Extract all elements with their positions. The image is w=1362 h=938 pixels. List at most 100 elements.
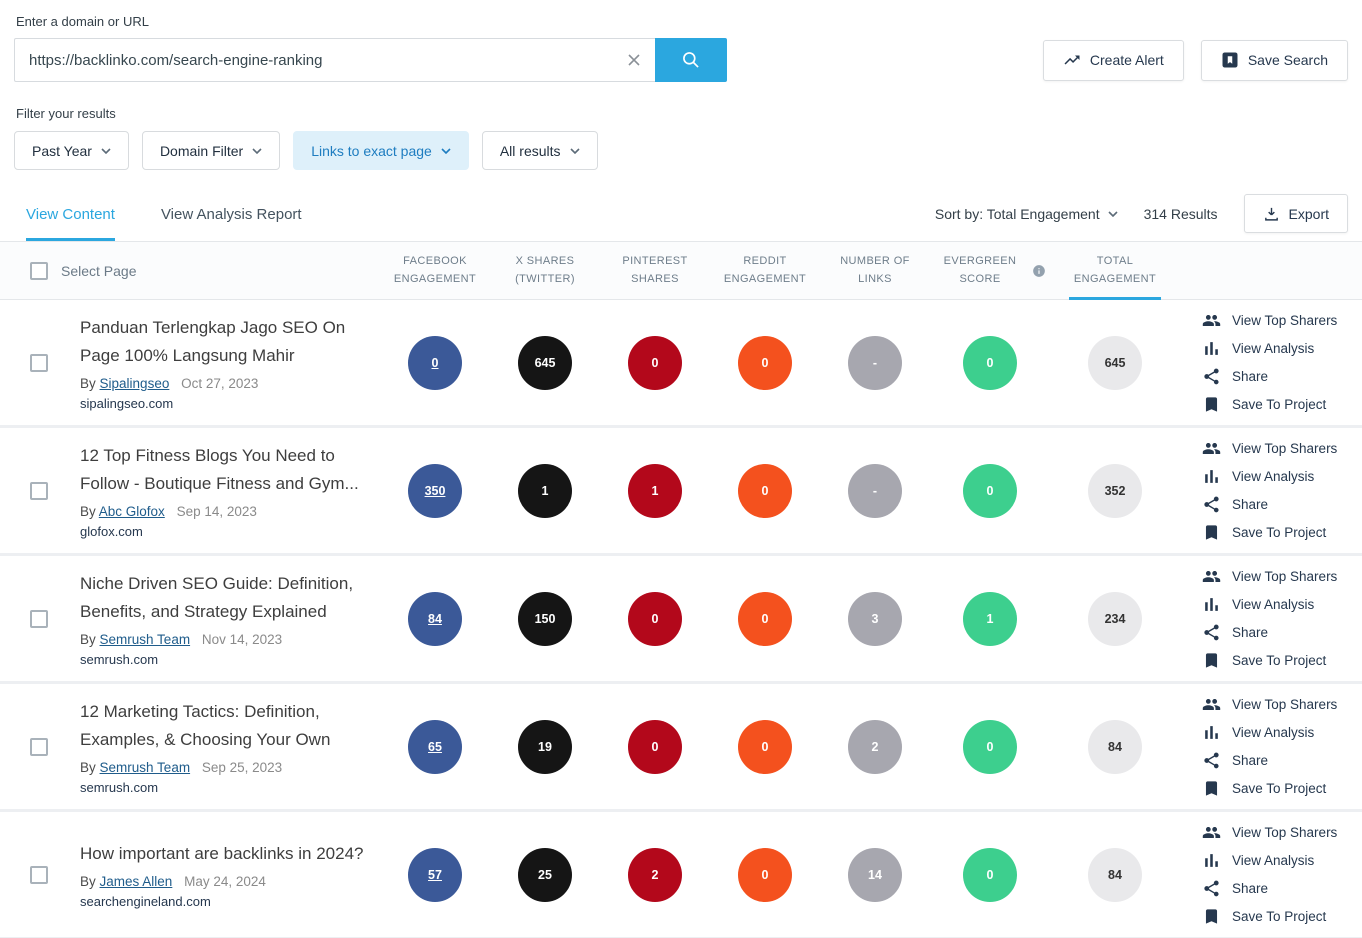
tab-view-content[interactable]: View Content: [26, 196, 115, 241]
view-analysis-button[interactable]: View Analysis: [1202, 467, 1362, 486]
create-alert-button[interactable]: Create Alert: [1043, 40, 1184, 81]
people-icon: [1202, 695, 1221, 714]
row-checkbox[interactable]: [30, 738, 48, 756]
filter-label: Domain Filter: [160, 143, 243, 159]
article-title[interactable]: 12 Top Fitness Blogs You Need to Follow …: [80, 442, 368, 497]
article-domain: searchengineland.com: [80, 894, 368, 909]
column-x-shares[interactable]: X SHARES (TWITTER): [490, 242, 600, 299]
facebook-engagement-badge[interactable]: 65: [408, 720, 462, 774]
pinterest-shares-badge: 0: [628, 720, 682, 774]
view-top-sharers-button[interactable]: View Top Sharers: [1202, 695, 1362, 714]
share-button[interactable]: Share: [1202, 623, 1362, 642]
row-checkbox[interactable]: [30, 866, 48, 884]
clear-search-icon[interactable]: [623, 49, 645, 71]
row-actions: View Top Sharers View Analysis Share: [1180, 567, 1362, 670]
article-domain: glofox.com: [80, 524, 368, 539]
sort-by-label: Sort by: Total Engagement: [935, 206, 1100, 222]
facebook-engagement-badge[interactable]: 84: [408, 592, 462, 646]
row-actions: View Top Sharers View Analysis Share: [1180, 695, 1362, 798]
view-top-sharers-button[interactable]: View Top Sharers: [1202, 311, 1362, 330]
filter-label: Past Year: [32, 143, 92, 159]
publish-date: Sep 25, 2023: [202, 760, 282, 775]
filter-domain[interactable]: Domain Filter: [142, 131, 280, 170]
search-button[interactable]: [655, 38, 727, 82]
share-icon: [1202, 879, 1221, 898]
row-actions: View Top Sharers View Analysis Share: [1180, 439, 1362, 542]
x-shares-badge: 645: [518, 336, 572, 390]
x-shares-badge: 150: [518, 592, 572, 646]
view-analysis-button[interactable]: View Analysis: [1202, 595, 1362, 614]
top-buttons: Create Alert Save Search: [1043, 40, 1348, 81]
by-label: By: [80, 504, 96, 519]
filter-past-year[interactable]: Past Year: [14, 131, 129, 170]
author-link[interactable]: Semrush Team: [100, 632, 191, 647]
total-engagement-badge: 84: [1088, 720, 1142, 774]
create-alert-label: Create Alert: [1090, 52, 1164, 68]
save-search-button[interactable]: Save Search: [1201, 40, 1348, 81]
reddit-engagement-badge: 0: [738, 720, 792, 774]
column-number-of-links[interactable]: NUMBER OF LINKS: [820, 242, 930, 299]
article-title[interactable]: 12 Marketing Tactics: Definition, Exampl…: [80, 698, 368, 753]
save-to-project-button[interactable]: Save To Project: [1202, 779, 1362, 798]
article-domain: semrush.com: [80, 780, 368, 795]
author-link[interactable]: James Allen: [100, 874, 173, 889]
select-all-checkbox[interactable]: [30, 262, 48, 280]
save-to-project-button[interactable]: Save To Project: [1202, 523, 1362, 542]
view-top-sharers-button[interactable]: View Top Sharers: [1202, 567, 1362, 586]
column-facebook-engagement[interactable]: FACEBOOK ENGAGEMENT: [380, 242, 490, 299]
share-button[interactable]: Share: [1202, 367, 1362, 386]
search-input[interactable]: [14, 38, 655, 82]
save-to-project-button[interactable]: Save To Project: [1202, 395, 1362, 414]
article-title[interactable]: Niche Driven SEO Guide: Definition, Bene…: [80, 570, 368, 625]
column-total-engagement[interactable]: TOTAL ENGAGEMENT: [1050, 242, 1180, 299]
row-checkbox[interactable]: [30, 610, 48, 628]
publish-date: Oct 27, 2023: [181, 376, 258, 391]
author-link[interactable]: Sipalingseo: [100, 376, 170, 391]
by-label: By: [80, 874, 96, 889]
export-label: Export: [1289, 206, 1329, 222]
column-pinterest-shares[interactable]: PINTEREST SHARES: [600, 242, 710, 299]
x-shares-badge: 19: [518, 720, 572, 774]
evergreen-score-badge: 0: [963, 464, 1017, 518]
article-title[interactable]: How important are backlinks in 2024?: [80, 840, 368, 868]
row-actions: View Top Sharers View Analysis Share: [1180, 823, 1362, 926]
people-icon: [1202, 311, 1221, 330]
view-analysis-button[interactable]: View Analysis: [1202, 339, 1362, 358]
filter-all-results[interactable]: All results: [482, 131, 598, 170]
article-domain: sipalingseo.com: [80, 396, 368, 411]
number-of-links-badge: 3: [848, 592, 902, 646]
share-icon: [1202, 623, 1221, 642]
share-button[interactable]: Share: [1202, 751, 1362, 770]
tab-view-analysis-report[interactable]: View Analysis Report: [161, 196, 302, 241]
author-link[interactable]: Abc Glofox: [99, 504, 165, 519]
article-title[interactable]: Panduan Terlengkap Jago SEO On Page 100%…: [80, 314, 368, 369]
by-label: By: [80, 376, 96, 391]
view-top-sharers-button[interactable]: View Top Sharers: [1202, 823, 1362, 842]
reddit-engagement-badge: 0: [738, 464, 792, 518]
sort-by-dropdown[interactable]: Sort by: Total Engagement: [935, 206, 1118, 222]
filter-label: Links to exact page: [311, 143, 432, 159]
view-analysis-button[interactable]: View Analysis: [1202, 851, 1362, 870]
share-button[interactable]: Share: [1202, 879, 1362, 898]
share-button[interactable]: Share: [1202, 495, 1362, 514]
export-button[interactable]: Export: [1244, 194, 1348, 233]
by-label: By: [80, 632, 96, 647]
column-evergreen-score[interactable]: EVERGREEN SCORE: [930, 242, 1050, 299]
share-icon: [1202, 495, 1221, 514]
facebook-engagement-badge[interactable]: 0: [408, 336, 462, 390]
people-icon: [1202, 439, 1221, 458]
pinterest-shares-badge: 1: [628, 464, 682, 518]
row-checkbox[interactable]: [30, 482, 48, 500]
x-shares-badge: 1: [518, 464, 572, 518]
info-icon[interactable]: [1032, 264, 1046, 278]
facebook-engagement-badge[interactable]: 350: [408, 464, 462, 518]
facebook-engagement-badge[interactable]: 57: [408, 848, 462, 902]
save-to-project-button[interactable]: Save To Project: [1202, 907, 1362, 926]
row-checkbox[interactable]: [30, 354, 48, 372]
column-reddit-engagement[interactable]: REDDIT ENGAGEMENT: [710, 242, 820, 299]
save-to-project-button[interactable]: Save To Project: [1202, 651, 1362, 670]
filter-links-to-exact-page[interactable]: Links to exact page: [293, 131, 469, 170]
view-top-sharers-button[interactable]: View Top Sharers: [1202, 439, 1362, 458]
author-link[interactable]: Semrush Team: [100, 760, 191, 775]
view-analysis-button[interactable]: View Analysis: [1202, 723, 1362, 742]
